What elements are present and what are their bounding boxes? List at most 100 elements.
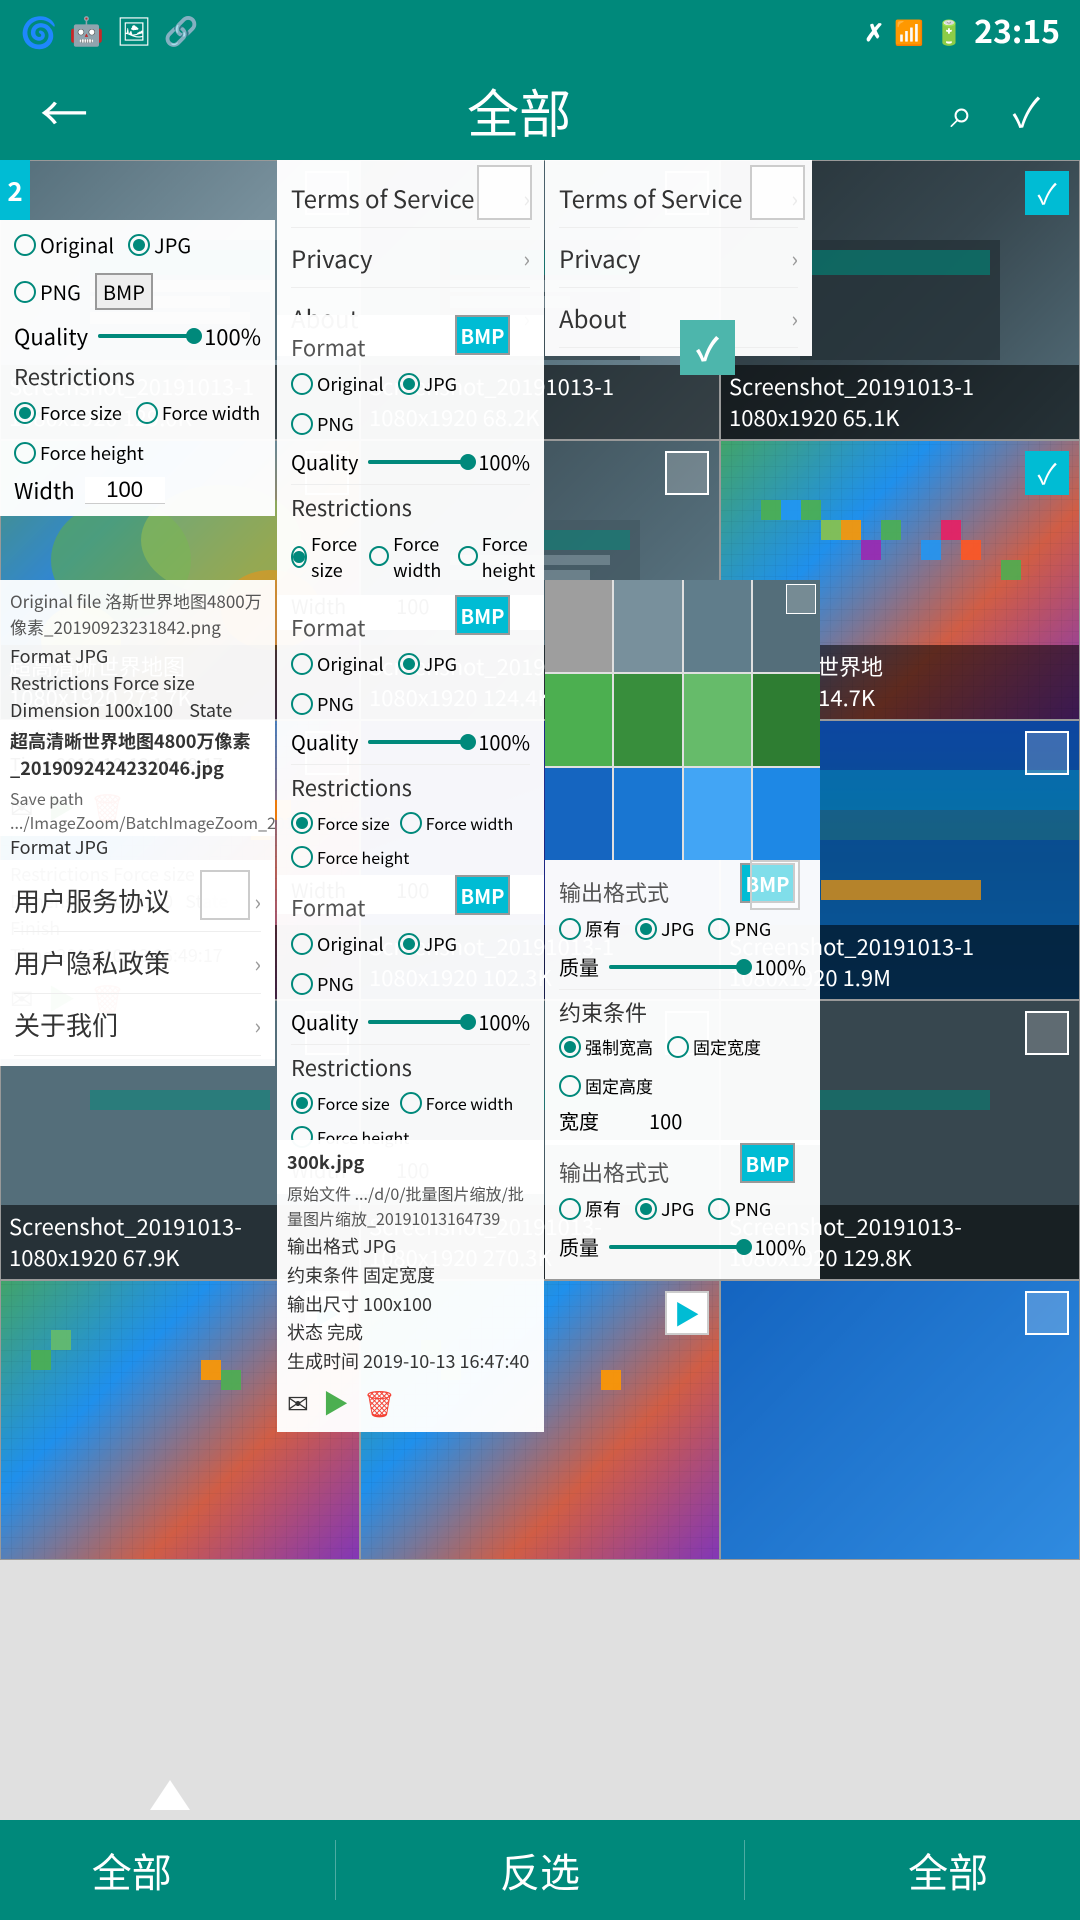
cn-quality-thumb-1[interactable]	[736, 959, 752, 975]
bmp-button-c2[interactable]: BMP	[455, 595, 510, 635]
cn-radio-jpg-1[interactable]	[635, 918, 657, 940]
tile9-extra-checkbox[interactable]	[750, 860, 800, 910]
tile3-check-indicator[interactable]: ✓	[680, 320, 735, 375]
cn-force-width-1[interactable]: 固定宽度	[667, 1034, 761, 1059]
cn-quality-slider-2[interactable]	[609, 1245, 744, 1249]
cn-radio-force-height-1[interactable]	[559, 1075, 581, 1097]
c3-radio-force-size[interactable]	[291, 1092, 313, 1114]
bottom-nav-left[interactable]: 全部	[72, 1841, 192, 1899]
tile-14-sel[interactable]: ▶	[665, 1291, 709, 1335]
c2-radio-force-size[interactable]	[291, 812, 313, 834]
radio-force-width[interactable]	[136, 402, 158, 424]
format-jpg[interactable]: JPG	[128, 230, 191, 259]
tile-15-checkbox[interactable]	[1025, 1291, 1069, 1335]
cn-jpg-1[interactable]: JPG	[635, 916, 694, 942]
c2-jpg[interactable]: JPG	[398, 651, 457, 677]
cn-radio-force-width-1[interactable]	[667, 1036, 689, 1058]
c1-radio-original[interactable]	[291, 373, 313, 395]
radio-png[interactable]	[14, 281, 36, 303]
radio-force-height[interactable]	[14, 442, 36, 464]
delete-icon-3[interactable]: 🗑	[363, 1382, 396, 1424]
c3-png[interactable]: PNG	[291, 971, 354, 997]
back-button[interactable]: ←	[40, 75, 88, 145]
c1-radio-force-height[interactable]	[458, 541, 478, 573]
tile-5-checkbox[interactable]	[665, 451, 709, 495]
restrict-force-size[interactable]: Force size	[14, 400, 122, 426]
center-panel-1-checkbox[interactable]	[477, 165, 532, 220]
cn-privacy[interactable]: 用户隐私政策 ›	[14, 932, 261, 994]
width-input[interactable]	[85, 477, 165, 504]
quality-thumb[interactable]	[186, 328, 202, 344]
about-2[interactable]: About ›	[559, 288, 798, 348]
bmp-button-cn2[interactable]: BMP	[740, 1143, 795, 1183]
c2-radio-png[interactable]	[291, 693, 313, 715]
radio-jpg[interactable]	[128, 234, 150, 256]
privacy-1[interactable]: Privacy ›	[291, 228, 530, 288]
quality-slider-c2[interactable]	[368, 740, 468, 744]
cn-menu-checkbox[interactable]	[200, 870, 250, 920]
cn-png-2[interactable]: PNG	[708, 1196, 771, 1222]
cn-png-1[interactable]: PNG	[708, 916, 771, 942]
privacy-2[interactable]: Privacy ›	[559, 228, 798, 288]
cn-radio-original-2[interactable]	[559, 1198, 581, 1220]
quality-slider-c1[interactable]	[368, 460, 468, 464]
cn-original-1[interactable]: 原有	[559, 916, 621, 942]
c2-force-height[interactable]: Force height	[291, 845, 409, 869]
quality-thumb-c3[interactable]	[460, 1014, 476, 1030]
format-original[interactable]: Original	[14, 230, 114, 259]
c1-radio-force-size[interactable]	[291, 546, 307, 568]
c1-original[interactable]: Original	[291, 371, 384, 397]
c3-force-size[interactable]: Force size	[291, 1091, 390, 1115]
cn-radio-jpg-2[interactable]	[635, 1198, 657, 1220]
c2-radio-force-height[interactable]	[291, 846, 313, 868]
quality-slider-c3[interactable]	[368, 1020, 468, 1024]
cn-radio-original-1[interactable]	[559, 918, 581, 940]
restrict-force-width[interactable]: Force width	[136, 400, 260, 426]
c1-force-size[interactable]: Force size Force width Force height	[291, 531, 537, 583]
c3-original[interactable]: Original	[291, 931, 384, 957]
search-button[interactable]: ⌕	[950, 81, 972, 139]
c2-png[interactable]: PNG	[291, 691, 354, 717]
cn-force-height-1[interactable]: 固定高度	[559, 1073, 653, 1098]
radio-original[interactable]	[14, 234, 36, 256]
restrict-force-height[interactable]: Force height	[14, 440, 144, 466]
c3-jpg[interactable]: JPG	[398, 931, 457, 957]
bmp-button-c1[interactable]: BMP	[455, 315, 510, 355]
cn-about[interactable]: 关于我们 ›	[14, 994, 261, 1056]
tile-6-checkbox[interactable]: ✓	[1025, 451, 1069, 495]
right-panel-2-checkbox[interactable]	[750, 165, 805, 220]
bmp-button-c3[interactable]: BMP	[455, 875, 510, 915]
tile-9-checkbox[interactable]	[1025, 731, 1069, 775]
cn-radio-png-1[interactable]	[708, 918, 730, 940]
c2-radio-force-width[interactable]	[400, 812, 422, 834]
c3-radio-force-width[interactable]	[400, 1092, 422, 1114]
send-icon-3[interactable]: ✉	[287, 1382, 309, 1424]
cn-radio-png-2[interactable]	[708, 1198, 730, 1220]
tile-3-checkbox[interactable]: ✓	[1025, 171, 1069, 215]
c2-force-width[interactable]: Force width	[400, 811, 513, 835]
c2-radio-original[interactable]	[291, 653, 313, 675]
cn-jpg-2[interactable]: JPG	[635, 1196, 694, 1222]
c2-radio-jpg[interactable]	[398, 653, 420, 675]
bottom-nav-middle[interactable]: 反选	[480, 1841, 600, 1899]
c1-jpg[interactable]: JPG	[398, 371, 457, 397]
cn-quality-thumb-2[interactable]	[736, 1239, 752, 1255]
c3-radio-original[interactable]	[291, 933, 313, 955]
c2-force-size[interactable]: Force size	[291, 811, 390, 835]
format-bmp[interactable]: BMP	[95, 273, 153, 310]
quality-slider[interactable]	[98, 334, 194, 338]
c3-force-width[interactable]: Force width	[400, 1091, 513, 1115]
c3-radio-png[interactable]	[291, 973, 313, 995]
quality-thumb-c2[interactable]	[460, 734, 476, 750]
confirm-button[interactable]: ✓	[1013, 81, 1040, 139]
c3-radio-jpg[interactable]	[398, 933, 420, 955]
format-png[interactable]: PNG	[14, 277, 81, 306]
quality-thumb-c1[interactable]	[460, 454, 476, 470]
tile-15[interactable]	[720, 1280, 1080, 1560]
play-icon-3[interactable]: ▶	[323, 1382, 349, 1424]
thumb-checkbox-1[interactable]	[786, 584, 816, 614]
c1-png[interactable]: PNG	[291, 411, 354, 437]
c2-original[interactable]: Original	[291, 651, 384, 677]
c1-radio-force-width[interactable]	[369, 541, 389, 573]
cn-original-2[interactable]: 原有	[559, 1196, 621, 1222]
